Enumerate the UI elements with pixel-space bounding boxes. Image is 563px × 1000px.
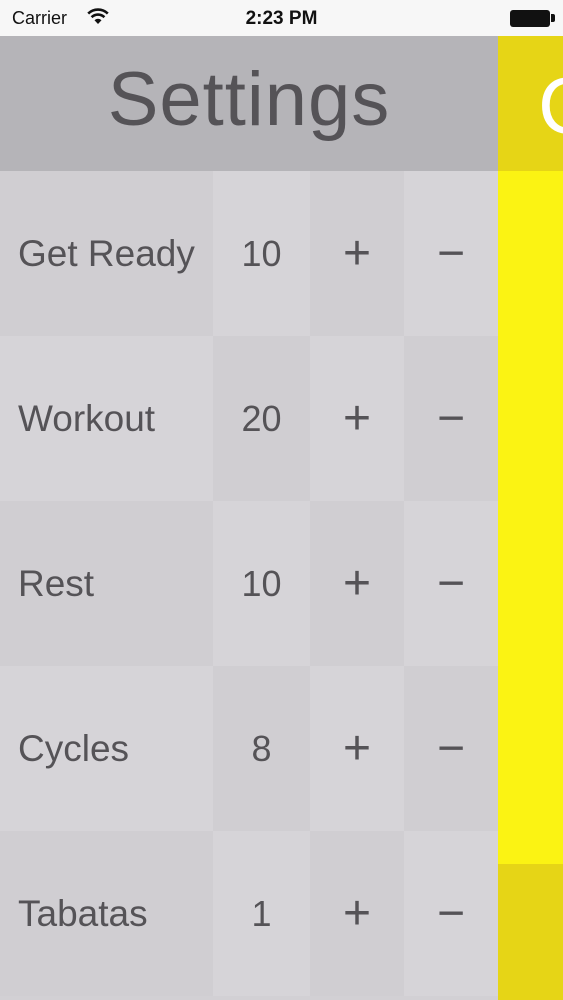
- setting-value: 10: [241, 563, 282, 604]
- setting-value-cell: 10: [213, 171, 310, 336]
- setting-label: Rest: [18, 563, 95, 604]
- setting-label-cell: Get Ready: [0, 171, 213, 336]
- decrement-button[interactable]: −: [404, 336, 498, 501]
- timer-panel-footer[interactable]: [498, 864, 563, 1000]
- setting-row-cycles: Cycles 8 + −: [0, 666, 498, 831]
- setting-label-cell: Cycles: [0, 666, 213, 831]
- setting-label-cell: Workout: [0, 336, 213, 501]
- status-time: 2:23 PM: [245, 8, 318, 29]
- setting-value: 10: [241, 233, 282, 274]
- increment-button[interactable]: +: [310, 831, 404, 996]
- setting-row-rest: Rest 10 + −: [0, 501, 498, 666]
- minus-icon: −: [436, 557, 466, 610]
- setting-label-cell: Tabatas: [0, 831, 213, 996]
- plus-icon: +: [342, 227, 372, 280]
- setting-value-cell: 10: [213, 501, 310, 666]
- minus-icon: −: [436, 887, 466, 940]
- timer-panel-body[interactable]: [498, 171, 563, 864]
- setting-value: 20: [241, 398, 282, 439]
- minus-icon: −: [436, 722, 466, 775]
- setting-value-cell: 8: [213, 666, 310, 831]
- decrement-button[interactable]: −: [404, 501, 498, 666]
- setting-value-cell: 20: [213, 336, 310, 501]
- increment-button[interactable]: +: [310, 171, 404, 336]
- setting-label: Tabatas: [18, 893, 148, 934]
- minus-icon: −: [436, 392, 466, 445]
- plus-icon: +: [342, 887, 372, 940]
- settings-header: Settings: [0, 36, 498, 171]
- plus-icon: +: [342, 392, 372, 445]
- setting-row-workout: Workout 20 + −: [0, 336, 498, 501]
- plus-icon: +: [342, 557, 372, 610]
- decrement-button[interactable]: −: [404, 666, 498, 831]
- status-bar: Carrier 2:23 PM: [0, 0, 563, 36]
- setting-row-get-ready: Get Ready 10 + −: [0, 171, 498, 336]
- plus-icon: +: [342, 722, 372, 775]
- battery-icon: [510, 10, 550, 27]
- page-title: Settings: [107, 57, 391, 142]
- setting-row-tabatas: Tabatas 1 + −: [0, 831, 498, 996]
- decrement-button[interactable]: −: [404, 831, 498, 996]
- setting-label-cell: Rest: [0, 501, 213, 666]
- increment-button[interactable]: +: [310, 501, 404, 666]
- decrement-button[interactable]: −: [404, 171, 498, 336]
- setting-label: Workout: [18, 398, 156, 439]
- setting-label: Cycles: [18, 728, 130, 769]
- battery-tip: [551, 14, 555, 22]
- timer-panel-header[interactable]: C: [498, 36, 563, 171]
- setting-value: 8: [251, 728, 272, 769]
- setting-label: Get Ready: [18, 233, 195, 274]
- timer-panel-title-fragment: C: [538, 66, 563, 146]
- setting-value: 1: [251, 893, 272, 934]
- increment-button[interactable]: +: [310, 336, 404, 501]
- minus-icon: −: [436, 227, 466, 280]
- increment-button[interactable]: +: [310, 666, 404, 831]
- setting-value-cell: 1: [213, 831, 310, 996]
